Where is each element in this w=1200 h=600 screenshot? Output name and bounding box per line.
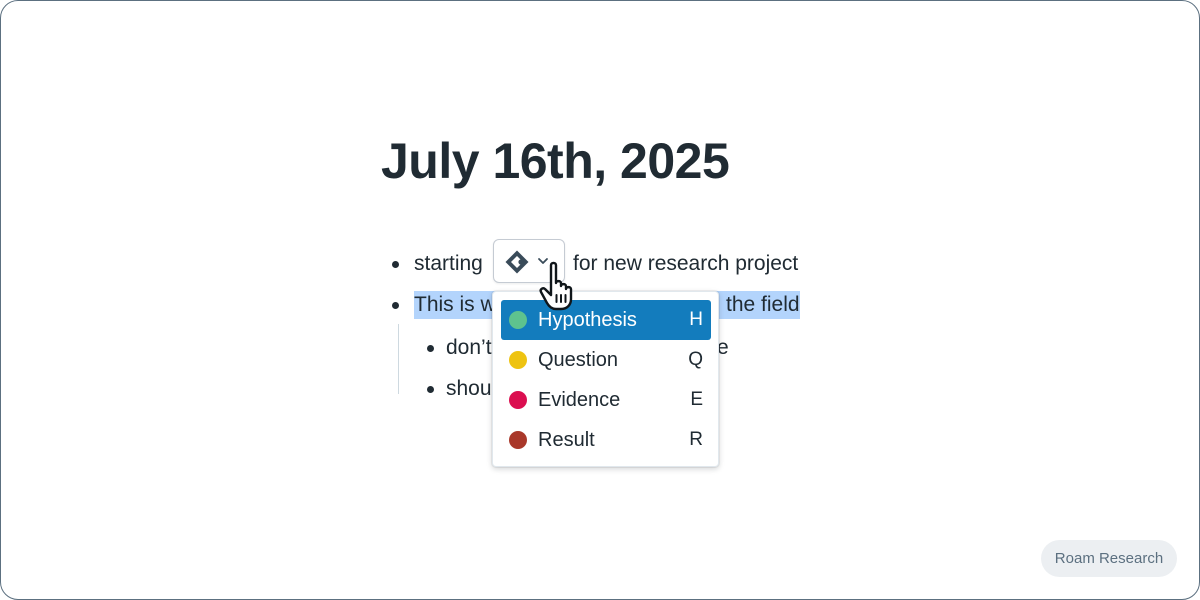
menu-item-label: Question (538, 349, 619, 371)
hypothesis-color-dot (509, 311, 527, 329)
block-2-prefix[interactable]: This is w (414, 291, 504, 319)
menu-item-evidence[interactable]: Evidence E (501, 380, 711, 420)
roam-research-badge[interactable]: Roam Research (1041, 540, 1177, 577)
evidence-color-dot (509, 391, 527, 409)
block-1-prefix[interactable]: starting (414, 250, 483, 278)
menu-item-shortcut: H (689, 309, 703, 330)
bullet[interactable] (427, 386, 434, 393)
menu-item-label: Result (538, 429, 595, 451)
menu-item-shortcut: R (689, 429, 703, 450)
menu-item-result[interactable]: Result R (501, 420, 711, 460)
menu-item-shortcut: Q (688, 349, 703, 370)
menu-item-shortcut: E (690, 389, 703, 410)
page-title: July 16th, 2025 (381, 133, 730, 189)
bullet[interactable] (392, 261, 399, 268)
result-color-dot (509, 431, 527, 449)
app-window: July 16th, 2025 starting for new researc… (0, 0, 1200, 600)
tag-menu: Hypothesis H Question Q Evidence E Resul… (492, 291, 719, 467)
bullet[interactable] (427, 345, 434, 352)
child-block-1-prefix[interactable]: don’t (446, 334, 492, 362)
tag-icon (505, 250, 529, 274)
bullet[interactable] (392, 302, 399, 309)
menu-item-question[interactable]: Question Q (501, 340, 711, 380)
menu-item-hypothesis[interactable]: Hypothesis H (501, 300, 711, 340)
hand-pointer-icon (539, 261, 573, 311)
block-1-suffix[interactable]: for new research project (573, 250, 798, 278)
child-block-2-prefix[interactable]: shou (446, 375, 492, 403)
block-2-suffix[interactable]: the field (721, 291, 800, 319)
child-guide-line (398, 324, 399, 394)
menu-item-label: Evidence (538, 389, 621, 411)
question-color-dot (509, 351, 527, 369)
